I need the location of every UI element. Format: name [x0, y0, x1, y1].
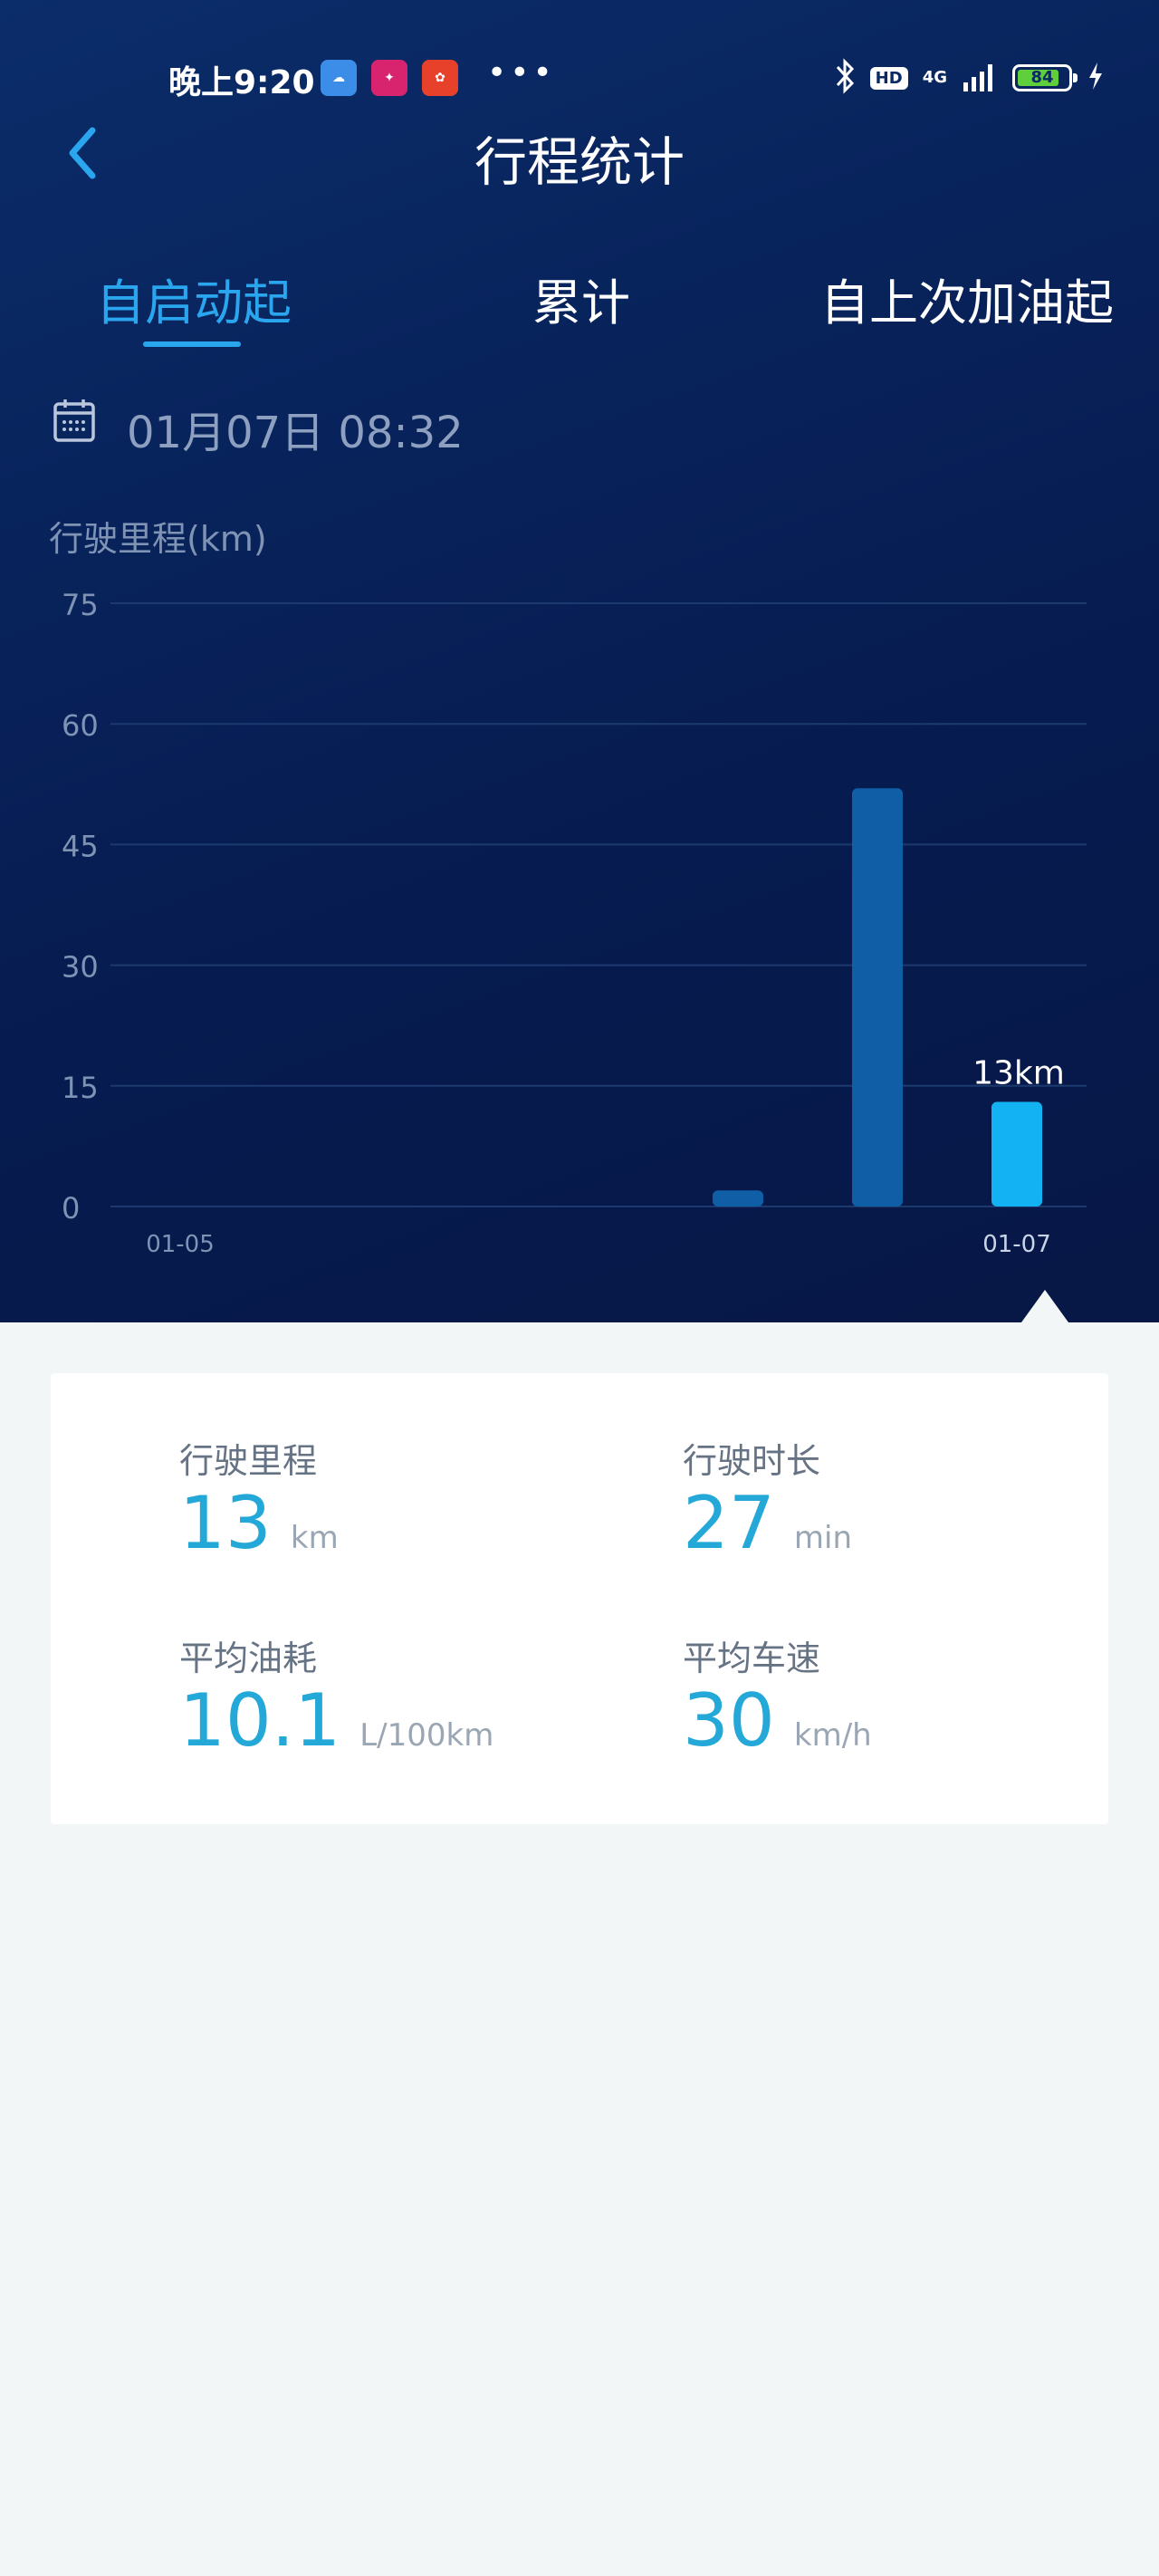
tab-since-start[interactable]: 自启动起 — [96, 263, 292, 334]
red-app-icon: ✿ — [422, 60, 458, 96]
trip-stats-header-area: 晚上9:20 ☁ ✦ ✿ ••• HD 4G 84 行程统计 自启动起 累计 自… — [0, 0, 1159, 1322]
stat-duration-unit: min — [793, 1520, 853, 1556]
status-time: 晚上9:20 — [168, 64, 315, 101]
stat-mileage-unit: km — [290, 1520, 339, 1556]
calendar-icon[interactable] — [53, 397, 96, 444]
trip-stats-card: 行驶里程 13 km 行驶时长 27 min 平均油耗 10.1 L/100km… — [51, 1373, 1108, 1824]
stat-mileage-value: 13 — [179, 1481, 272, 1565]
weather-app-icon: ☁ — [321, 60, 357, 96]
battery-level-text: 84 — [1030, 68, 1054, 87]
stat-fuel-consumption-unit: L/100km — [359, 1717, 494, 1754]
stat-fuel-consumption-value: 10.1 — [179, 1678, 341, 1763]
chart-y-tick-label: 75 — [62, 588, 99, 622]
stat-avg-speed-unit: km/h — [793, 1717, 872, 1754]
battery-icon: 84 — [1012, 64, 1078, 91]
stat-mileage: 行驶里程 13 km — [179, 1433, 650, 1562]
stat-fuel-consumption-label: 平均油耗 — [179, 1639, 318, 1678]
tab-cumulative[interactable]: 累计 — [532, 263, 630, 334]
stat-avg-speed: 平均车速 30 km/h — [683, 1630, 1154, 1760]
chart-x-tick-label: 01-07 — [982, 1231, 1051, 1258]
trip-start-date[interactable]: 01月07日 08:32 — [127, 397, 464, 460]
page-title: 行程统计 — [474, 131, 685, 193]
chart-y-axis-label: 行驶里程(km) — [49, 519, 267, 559]
chart-y-tick-label: 30 — [62, 950, 99, 985]
chart-y-tick-label: 60 — [62, 708, 99, 743]
chart-y-tick-label: 0 — [62, 1191, 80, 1226]
chart-bar — [852, 788, 903, 1206]
stat-mileage-label: 行驶里程 — [179, 1441, 318, 1481]
network-type-icon: 4G — [922, 68, 947, 87]
status-bar: 晚上9:20 ☁ ✦ ✿ ••• HD 4G 84 — [0, 45, 1159, 109]
chart-bar-value-label: 13km — [972, 1055, 1065, 1092]
stat-duration: 行驶时长 27 min — [683, 1433, 1154, 1562]
chart-y-tick-label: 45 — [62, 829, 99, 863]
tab-since-last-refuel[interactable]: 自上次加油起 — [820, 263, 1114, 334]
stat-fuel-consumption: 平均油耗 10.1 L/100km — [179, 1630, 650, 1760]
active-tab-indicator — [143, 341, 241, 347]
stat-avg-speed-label: 平均车速 — [683, 1639, 821, 1678]
hd-icon: HD — [869, 66, 908, 90]
chart-bar-highlighted — [991, 1101, 1042, 1206]
charging-icon — [1087, 61, 1105, 95]
stat-duration-value: 27 — [683, 1481, 775, 1565]
stat-duration-label: 行驶时长 — [683, 1441, 821, 1481]
mileage-bar-chart: 0 15 30 45 60 75 13km 01-05 01-07 — [62, 588, 1087, 1258]
more-notifications-icon: ••• — [487, 54, 556, 91]
chart-y-tick-label: 15 — [62, 1071, 99, 1105]
chart-bar — [713, 1190, 763, 1206]
signal-icon — [962, 61, 998, 95]
stat-avg-speed-value: 30 — [683, 1678, 775, 1763]
vip-app-icon: ✦ — [371, 60, 407, 96]
status-icons: HD 4G 84 — [834, 56, 1105, 100]
chart-x-tick-label: 01-05 — [146, 1231, 215, 1258]
bluetooth-icon — [834, 58, 856, 98]
